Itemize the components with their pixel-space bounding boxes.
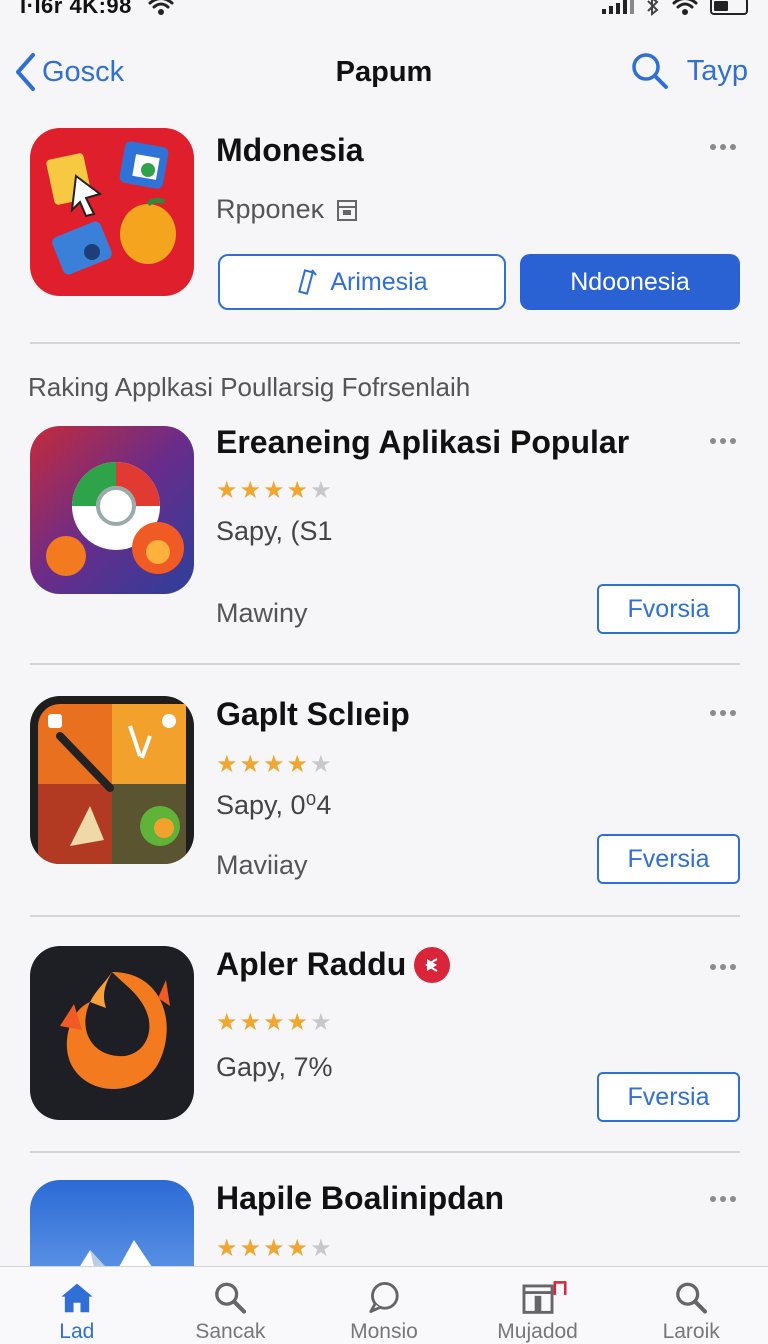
status-left: Ι·Ι6r 4K:98 (20, 0, 174, 19)
app-action-button[interactable]: Fversia (597, 834, 740, 884)
chat-icon (369, 1282, 399, 1313)
status-time: Ι·Ι6r 4K:98 (20, 0, 132, 18)
calendar-icon (337, 199, 358, 221)
star-filled-icon: ★ (286, 751, 309, 778)
star-empty-icon: ★ (310, 1009, 332, 1036)
tab-label: Laroik (662, 1320, 720, 1343)
app-subtitle: Gapy, 7% (216, 1052, 333, 1082)
star-filled-icon: ★ (216, 1009, 238, 1036)
star-empty-icon: ★ (310, 751, 332, 778)
divider (30, 342, 740, 344)
section-title: Raking Applkasi Poullarsig Fofrsenlaih (28, 372, 471, 402)
app-row[interactable]: Gaplt Sclıeip ★ ★ ★ ★ ★ Sapy, 0⁰4 Maviiay Fv… (30, 696, 740, 886)
featured-solid-label: Ndoonesia (570, 267, 690, 296)
featured-app-subtitle: Rpponeĸ (216, 194, 358, 225)
bluetooth-icon (647, 0, 659, 16)
nav-right: Tayp (631, 52, 748, 90)
notification-badge: ⊓ (551, 1275, 569, 1300)
app-title-text: Apler Raddu (216, 946, 407, 982)
search-icon (676, 1282, 708, 1314)
app-icon-game[interactable] (30, 696, 194, 864)
wifi-icon (672, 0, 698, 15)
status-right (602, 0, 748, 16)
star-empty-icon: ★ (310, 477, 332, 504)
star-filled-icon: ★ (286, 477, 309, 504)
divider (30, 663, 740, 665)
battery-icon (710, 0, 748, 15)
tab-label: Lad (59, 1320, 95, 1343)
featured-outline-label: Arimesia (330, 267, 428, 296)
rating-stars: ★ ★ ★ ★ ★ (216, 750, 332, 779)
tab-box[interactable]: ⊓ Mujadod (473, 1267, 603, 1344)
divider (30, 1151, 740, 1153)
featured-app-name: Mdonesia (216, 132, 364, 168)
star-filled-icon: ★ (239, 1235, 262, 1262)
featured-app-icon[interactable] (30, 128, 194, 296)
nav-bar: Gosck Papum Tayp (0, 40, 768, 106)
star-filled-icon: ★ (263, 1009, 285, 1036)
tab-chat[interactable]: Monsio (319, 1267, 449, 1344)
divider (30, 915, 740, 917)
app-action-button[interactable]: Fvorsia (597, 584, 740, 634)
app-row[interactable]: Hapile Boalinipdan ★ ★ ★ ★ ★ (30, 1180, 740, 1266)
star-filled-icon: ★ (286, 1009, 309, 1036)
app-title: Ereaneing Aplikasi Popular (216, 424, 630, 460)
star-filled-icon: ★ (286, 1235, 309, 1262)
star-empty-icon: ★ (310, 1235, 332, 1262)
tab-search-2[interactable]: Laroik (626, 1267, 756, 1344)
tab-home[interactable]: Lad (12, 1267, 142, 1344)
star-filled-icon: ★ (239, 751, 262, 778)
featured-outline-button[interactable]: Arimesia (218, 254, 506, 310)
more-icon[interactable] (706, 960, 740, 974)
star-filled-icon: ★ (216, 1235, 238, 1262)
star-filled-icon: ★ (263, 1235, 285, 1262)
star-filled-icon: ★ (216, 751, 238, 778)
more-icon[interactable] (706, 706, 740, 720)
search-icon[interactable] (631, 52, 669, 90)
app-row[interactable]: Ereaneing Aplikasi Popular ★ ★ ★ ★ ★ Sapy, (… (30, 424, 740, 638)
app-title: Apler Raddu (216, 946, 451, 983)
featured-solid-button[interactable]: Ndoonesia (520, 254, 740, 310)
tab-label: Mujadod (497, 1320, 578, 1343)
star-filled-icon: ★ (239, 1009, 262, 1036)
star-filled-icon: ★ (263, 477, 285, 504)
wifi-icon (148, 0, 174, 15)
app-action-button[interactable]: Fversia (597, 1072, 740, 1122)
edit-icon (298, 269, 318, 295)
app-icon-browser[interactable] (30, 426, 194, 594)
app-subtitle: Sapy, 0⁰4 (216, 790, 332, 820)
star-filled-icon: ★ (216, 477, 238, 504)
more-icon[interactable] (706, 140, 740, 154)
star-filled-icon: ★ (239, 477, 262, 504)
app-meta: Mawiny (216, 598, 308, 628)
rating-stars: ★ ★ ★ ★ ★ (216, 1234, 332, 1263)
badge-close-icon (414, 946, 451, 983)
app-icon-fox[interactable] (30, 946, 194, 1120)
nav-right-button[interactable]: Tayp (687, 55, 748, 88)
tab-label: Monsio (350, 1320, 418, 1343)
more-icon[interactable] (706, 1192, 740, 1206)
tab-bar: Lad Sancak Monsio ⊓ Mujadod Laroik (0, 1266, 768, 1344)
app-title: Hapile Boalinipdan (216, 1180, 505, 1216)
status-bar: Ι·Ι6r 4K:98 (0, 0, 768, 26)
app-meta: Maviiay (216, 850, 308, 880)
rating-stars: ★ ★ ★ ★ ★ (216, 476, 332, 505)
app-title: Gaplt Sclıeip (216, 696, 410, 732)
tab-label: Sancak (195, 1320, 266, 1343)
app-icon-mountain[interactable] (30, 1180, 194, 1266)
home-icon (61, 1283, 93, 1313)
tab-search[interactable]: Sancak (165, 1267, 295, 1344)
more-icon[interactable] (706, 434, 740, 448)
app-subtitle: Sapy, (S1 (216, 516, 333, 546)
rating-stars: ★ ★ ★ ★ ★ (216, 1008, 332, 1037)
star-filled-icon: ★ (263, 751, 285, 778)
featured-app: Mdonesia Rpponeĸ Arimesia Ndoonesia (30, 128, 740, 312)
search-icon (215, 1282, 247, 1314)
signal-icon (602, 0, 634, 14)
featured-subtitle-text: Rpponeĸ (216, 194, 325, 224)
app-row[interactable]: Apler Raddu ★ ★ ★ ★ ★ Gapy, 7% Fversia (30, 946, 740, 1126)
